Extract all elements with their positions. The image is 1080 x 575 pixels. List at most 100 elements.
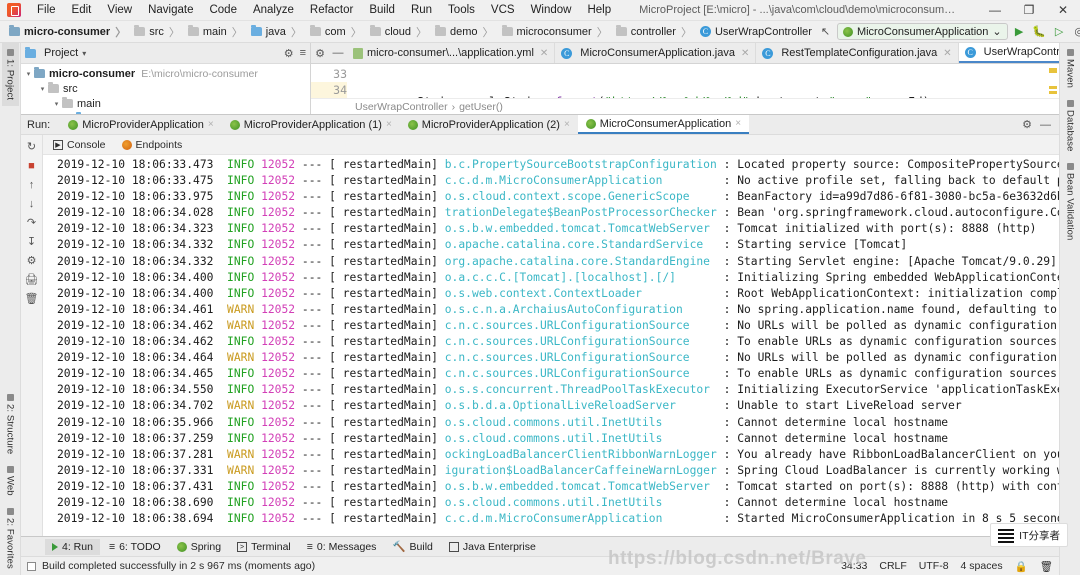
back-arrow-icon[interactable]: ↖ [817, 23, 834, 40]
run-with-coverage-icon[interactable]: ▷ [1051, 23, 1068, 40]
close-icon[interactable]: × [386, 119, 392, 130]
code-editor[interactable]: 33 34 String url=String.format("http://%… [311, 64, 1059, 98]
menu-refactor[interactable]: Refactor [302, 2, 361, 18]
rerun-icon[interactable]: ↻ [22, 137, 42, 156]
clear-all-icon[interactable]: 🗑 [22, 289, 42, 308]
sidebar-item-web[interactable]: Web [2, 460, 19, 502]
breadcrumb-microconsumer[interactable]: microconsumer 〉 [499, 24, 613, 40]
breadcrumb-userwrapcontroller[interactable]: C UserWrapController [697, 26, 817, 38]
scroll-down-icon[interactable]: ↓ [22, 194, 42, 213]
tool-tab-spring[interactable]: Spring [170, 539, 228, 555]
minimize-icon[interactable]: — [329, 43, 347, 63]
menu-code[interactable]: Code [201, 2, 245, 18]
tool-tab-build[interactable]: 🔨 Build [385, 538, 439, 555]
chevron-down-icon[interactable]: ▾ [23, 70, 34, 78]
tool-tab-terminal[interactable]: > Terminal [230, 539, 298, 555]
warning-marker-icon[interactable] [1049, 68, 1057, 73]
chevron-down-icon[interactable]: ▾ [51, 100, 62, 108]
stop-icon[interactable]: ■ [22, 156, 42, 175]
debug-icon[interactable]: 🐛 [1031, 23, 1048, 40]
close-icon[interactable]: ✕ [943, 48, 951, 59]
change-marker-icon[interactable] [1049, 91, 1057, 94]
profile-icon[interactable]: ◎ [1071, 23, 1080, 40]
change-marker-icon[interactable] [1049, 86, 1057, 89]
hide-icon[interactable]: — [1040, 119, 1051, 131]
breadcrumb-src[interactable]: src 〉 [131, 24, 185, 40]
breadcrumb-micro-consumer[interactable]: micro-consumer 〉 [6, 24, 131, 40]
gear-icon[interactable]: ⚙ [284, 47, 294, 60]
sidebar-item-structure[interactable]: 2: Structure [2, 388, 19, 460]
menu-tools[interactable]: Tools [440, 2, 483, 18]
menu-file[interactable]: File [29, 2, 64, 18]
gear-icon[interactable]: ⚙ [1022, 118, 1032, 131]
settings-icon[interactable]: ⚙ [22, 251, 42, 270]
run-tab-microproviderapplication-1[interactable]: MicroProviderApplication (1) × [222, 115, 400, 134]
editor-breadcrumb-method[interactable]: getUser() [459, 101, 503, 113]
tree-node-micro-consumer[interactable]: ▾ micro-consumer E:\micro\micro-consumer [21, 66, 310, 81]
maximize-button[interactable]: ❐ [1012, 0, 1046, 21]
close-icon[interactable]: × [564, 119, 570, 130]
menu-navigate[interactable]: Navigate [140, 2, 201, 18]
run-tab-microproviderapplication-2[interactable]: MicroProviderApplication (2) × [400, 115, 578, 134]
close-icon[interactable]: ✕ [741, 48, 749, 59]
tool-tab-run[interactable]: 4: Run [45, 538, 100, 555]
editor-tab-microconsumerapplication[interactable]: C MicroConsumerApplication.java ✕ [555, 43, 757, 63]
breadcrumb-cloud[interactable]: cloud 〉 [367, 24, 432, 40]
run-icon[interactable]: ▶ [1011, 23, 1028, 40]
breadcrumb-main[interactable]: main 〉 [185, 24, 248, 40]
soft-wrap-icon[interactable]: ↷ [22, 213, 42, 232]
menu-vcs[interactable]: VCS [483, 2, 523, 18]
editor-tab-application-yml[interactable]: micro-consumer\...\application.yml ✕ [347, 43, 556, 63]
tool-tab-java-enterprise[interactable]: Java Enterprise [442, 539, 543, 555]
menu-edit[interactable]: Edit [64, 2, 100, 18]
run-configuration-selector[interactable]: MicroConsumerApplication ⌄ [836, 23, 1008, 40]
gear-icon[interactable]: ⚙ [311, 43, 329, 63]
scroll-up-icon[interactable]: ↑ [22, 175, 42, 194]
close-icon[interactable]: ✕ [540, 48, 548, 59]
menu-run[interactable]: Run [403, 2, 440, 18]
sidebar-item-favorites[interactable]: 2: Favorites [2, 502, 19, 575]
caret-position[interactable]: 34:33 [841, 560, 867, 572]
menu-view[interactable]: View [99, 2, 140, 18]
tree-node-src[interactable]: ▾ src [21, 81, 310, 96]
menu-help[interactable]: Help [579, 2, 619, 18]
tree-node-main[interactable]: ▾ main [21, 96, 310, 111]
indent-setting[interactable]: 4 spaces [961, 560, 1003, 572]
print-icon[interactable]: 🖨 [22, 270, 42, 289]
breadcrumb-java[interactable]: java 〉 [248, 24, 307, 40]
breadcrumb-demo[interactable]: demo 〉 [432, 24, 499, 40]
editor-breadcrumb-class[interactable]: UserWrapController [355, 101, 448, 113]
breadcrumb-com[interactable]: com 〉 [307, 24, 367, 40]
run-tab-microconsumerapplication[interactable]: MicroConsumerApplication × [577, 115, 750, 134]
menu-analyze[interactable]: Analyze [245, 2, 302, 18]
editor-tab-userwrapcontroller[interactable]: C UserWrapController.java ✕ [958, 43, 1059, 63]
code-text[interactable]: String url=String.format("http://%s:%d/%… [355, 64, 1047, 98]
close-button[interactable]: ✕ [1046, 0, 1080, 21]
sidebar-item-database[interactable]: Database [1062, 94, 1079, 157]
minimize-button[interactable]: — [978, 0, 1012, 21]
sidebar-item-bean-validation[interactable]: Bean Validation [1062, 157, 1079, 246]
collapse-all-icon[interactable]: ≡ [300, 47, 306, 60]
lock-icon[interactable]: 🔒 [1015, 560, 1028, 573]
editor-tab-resttemplateconfiguration[interactable]: C RestTemplateConfiguration.java ✕ [756, 43, 959, 63]
line-separator[interactable]: CRLF [879, 560, 906, 572]
scroll-to-end-icon[interactable]: ↧ [22, 232, 42, 251]
menu-window[interactable]: Window [523, 2, 580, 18]
breadcrumb-controller[interactable]: controller 〉 [613, 24, 697, 40]
sub-tab-console[interactable]: ▶ Console [45, 139, 114, 151]
close-icon[interactable]: × [735, 118, 741, 129]
sidebar-item-maven[interactable]: Maven [1062, 43, 1079, 94]
trash-icon[interactable]: 🗑 [1040, 560, 1053, 573]
file-encoding[interactable]: UTF-8 [919, 560, 949, 572]
tool-tab-messages[interactable]: ≡ 0: Messages [300, 539, 384, 555]
editor-marker-gutter[interactable] [1047, 64, 1059, 98]
menu-build[interactable]: Build [361, 2, 403, 18]
chevron-down-icon[interactable]: ▾ [37, 85, 48, 93]
sub-tab-endpoints[interactable]: Endpoints [114, 139, 191, 151]
close-icon[interactable]: × [208, 119, 214, 130]
run-tab-microproviderapplication[interactable]: MicroProviderApplication × [60, 115, 222, 134]
sidebar-item-project[interactable]: 1: Project [1, 43, 19, 107]
console-output[interactable]: 2019-12-10 18:06:33.473 INFO 12052 --- [… [43, 155, 1059, 536]
chevron-down-icon[interactable]: ▾ [82, 49, 86, 58]
tool-tab-todo[interactable]: ≡ 6: TODO [102, 539, 168, 555]
